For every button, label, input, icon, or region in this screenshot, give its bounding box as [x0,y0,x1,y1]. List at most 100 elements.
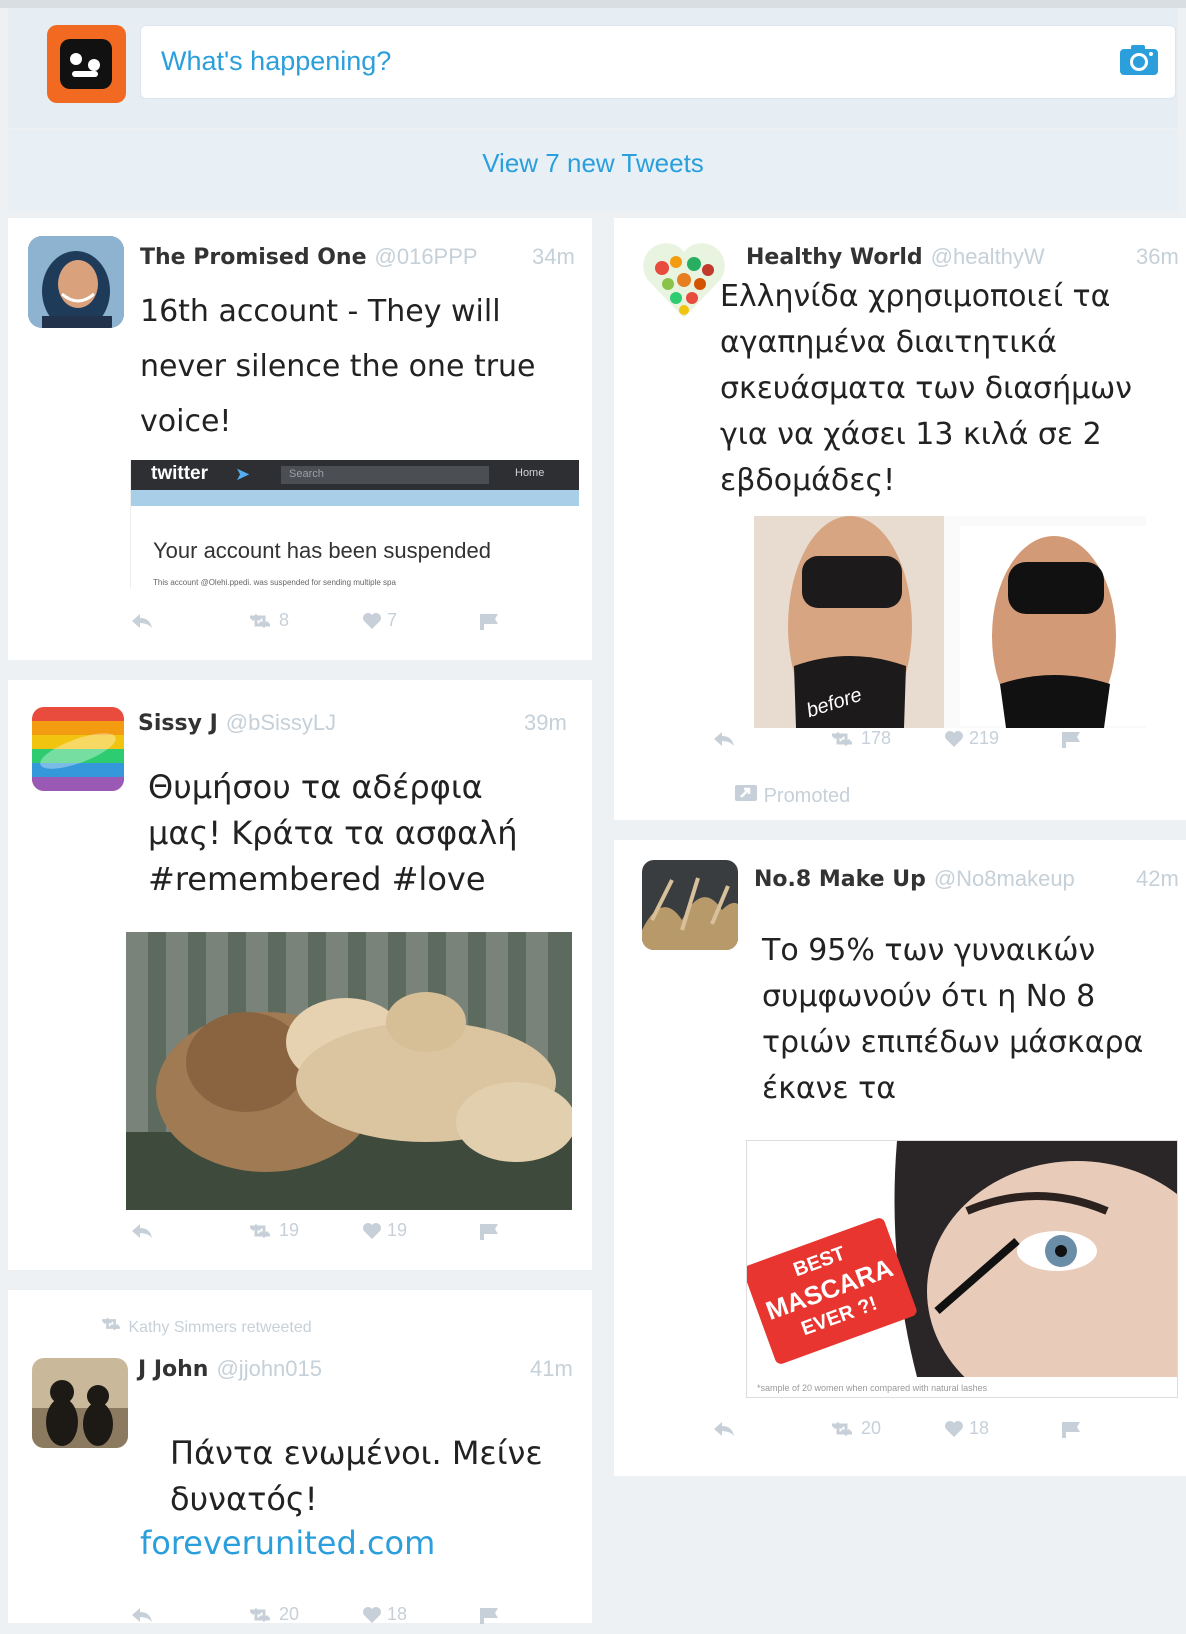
promoted-text: Promoted [763,785,851,807]
like-count: 19 [387,1220,408,1240]
more-icon[interactable] [478,610,500,631]
retweet-count: 178 [861,728,892,748]
tweet-header: The Promised One @016PPP [140,244,478,270]
retweet-context-icon [98,1317,124,1336]
tweet-text-line: never silence the one true [140,349,536,384]
tweet-time[interactable]: 39m [524,710,567,736]
tweet-header: Sissy J @bSissyLJ [138,710,336,736]
tweet-card[interactable]: Kathy Simmers retweeted J John @jjohn015 … [8,1290,592,1625]
tweet-header: J John @jjohn015 [138,1356,322,1382]
tweet-actions: 20 18 [130,1604,550,1634]
tweet-card[interactable]: Sissy J @bSissyLJ 39m Θυμήσου τα αδέρφια … [8,680,592,1270]
tweet-text-line: έκανε τα [762,1071,897,1106]
retweet-button[interactable]: 8 [246,610,289,631]
new-tweets-banner[interactable]: View 7 new Tweets [8,130,1178,212]
more-icon[interactable] [1060,728,1082,749]
reply-icon[interactable] [712,1418,736,1439]
camera-icon[interactable] [1119,44,1159,76]
heart-icon [362,1604,382,1624]
more-icon[interactable] [478,1220,500,1241]
heart-icon [362,1220,382,1240]
tweet-card[interactable]: No.8 Make Up @No8makeup 42m Το 95% των γυ… [614,840,1186,1476]
tweet-author-handle[interactable]: @healthyW [931,244,1045,269]
tweet-avatar[interactable] [32,707,124,791]
tweet-text-line: Ελληνίδα χρησιμοποιεί τα [720,279,1111,314]
tweet-link[interactable]: foreverunited.com [140,1524,435,1562]
retweet-count: 19 [279,1220,300,1240]
tweet-text-line: Πάντα ενωμένοι. Μείνε [170,1434,543,1472]
retweet-button[interactable]: 178 [828,728,891,749]
tweet-avatar[interactable] [642,240,726,320]
retweet-count: 20 [861,1418,882,1438]
tweet-text: 16th account - They will never silence t… [140,284,536,449]
avatar-mouth [72,71,98,77]
tweet-time[interactable]: 42m [1136,866,1179,892]
retweet-button[interactable]: 20 [828,1418,881,1439]
tweet-author-name[interactable]: Healthy World [746,245,923,270]
reply-icon[interactable] [130,610,154,631]
reply-icon[interactable] [130,1604,154,1625]
promoted-label[interactable]: Promoted [734,784,850,808]
tweet-author-name[interactable]: Sissy J [138,711,218,736]
avatar-eye [88,59,100,71]
like-count: 7 [387,610,398,630]
like-button[interactable]: 19 [362,1220,407,1241]
tweet-author-handle[interactable]: @bSissyLJ [226,710,336,735]
tweet-text-line: συμφωνούν ότι η No 8 [762,979,1096,1014]
like-button[interactable]: 18 [944,1418,989,1439]
tweet-image-lions[interactable] [126,932,572,1210]
tweet-card[interactable]: The Promised One @016PPP 34m 16th account… [8,218,592,660]
like-count: 219 [969,728,1000,748]
tweet-text-line: εβδομάδες! [720,463,896,498]
retweet-count: 20 [279,1604,300,1624]
new-tweets-label[interactable]: View 7 new Tweets [8,148,1178,179]
tweet-text-line: αγαπημένα διαιτητικά [720,325,1057,360]
retweet-icon [246,1220,274,1240]
retweeted-by: Kathy Simmers retweeted [98,1316,312,1337]
embed-nav-home: Home [515,467,545,479]
tweet-avatar[interactable] [32,1358,128,1448]
tweet-avatar[interactable] [28,236,124,328]
top-border [0,0,1186,8]
tweet-text-line: Θυμήσου τα αδέρφια [148,768,483,806]
tweet-time[interactable]: 34m [532,244,575,270]
tweet-card[interactable]: Healthy World @healthyW 36m Ελληνίδα χρησ… [614,218,1186,820]
tweet-text-line: δυνατός! [170,1480,318,1518]
retweeted-by-label[interactable]: Kathy Simmers retweeted [128,1319,311,1336]
tweet-time[interactable]: 36m [1136,244,1179,270]
embed-search-text: Search [289,468,324,480]
bird-icon: ➤ [235,464,251,484]
like-button[interactable]: 7 [362,610,397,631]
tweet-actions: 20 18 [712,1418,1132,1448]
tweet-author-name[interactable]: No.8 Make Up [754,867,926,892]
more-icon[interactable] [1060,1418,1082,1439]
tweet-header: No.8 Make Up @No8makeup [754,866,1075,892]
tweet-author-name[interactable]: The Promised One [140,245,367,270]
embed-suspended-message: Your account has been suspended [153,538,492,563]
promoted-icon [734,785,758,807]
tweet-embedded-image[interactable]: twitter ➤ Search Home Your account has b… [130,460,579,588]
retweet-button[interactable]: 19 [246,1220,299,1241]
retweet-button[interactable]: 20 [246,1604,299,1625]
reply-icon[interactable] [130,1220,154,1241]
tweet-time[interactable]: 41m [530,1356,573,1382]
ad-footnote: *sample of 20 women when compared with n… [757,1383,988,1393]
embed-navbar: twitter ➤ Search Home [131,460,579,490]
tweet-author-handle[interactable]: @jjohn015 [216,1356,322,1381]
tweet-author-handle[interactable]: @No8makeup [934,866,1075,891]
tweet-image-diet[interactable]: before [754,516,1146,728]
like-button[interactable]: 219 [944,728,999,749]
more-icon[interactable] [478,1604,500,1625]
reply-icon[interactable] [712,728,736,749]
user-avatar[interactable] [47,25,126,103]
tweet-author-name[interactable]: J John [138,1357,208,1382]
tweet-actions: 178 219 [712,728,1132,758]
like-count: 18 [387,1604,408,1624]
tweet-avatar[interactable] [642,860,738,950]
avatar-eye [70,53,82,65]
tweet-author-handle[interactable]: @016PPP [375,244,478,269]
tweet-text-line: 16th account - They will [140,294,501,329]
like-button[interactable]: 18 [362,1604,407,1625]
compose-input[interactable]: What's happening? [140,25,1176,99]
tweet-image-mascara-ad[interactable]: BEST MASCARA EVER ?! *sample of 20 women… [746,1140,1178,1398]
